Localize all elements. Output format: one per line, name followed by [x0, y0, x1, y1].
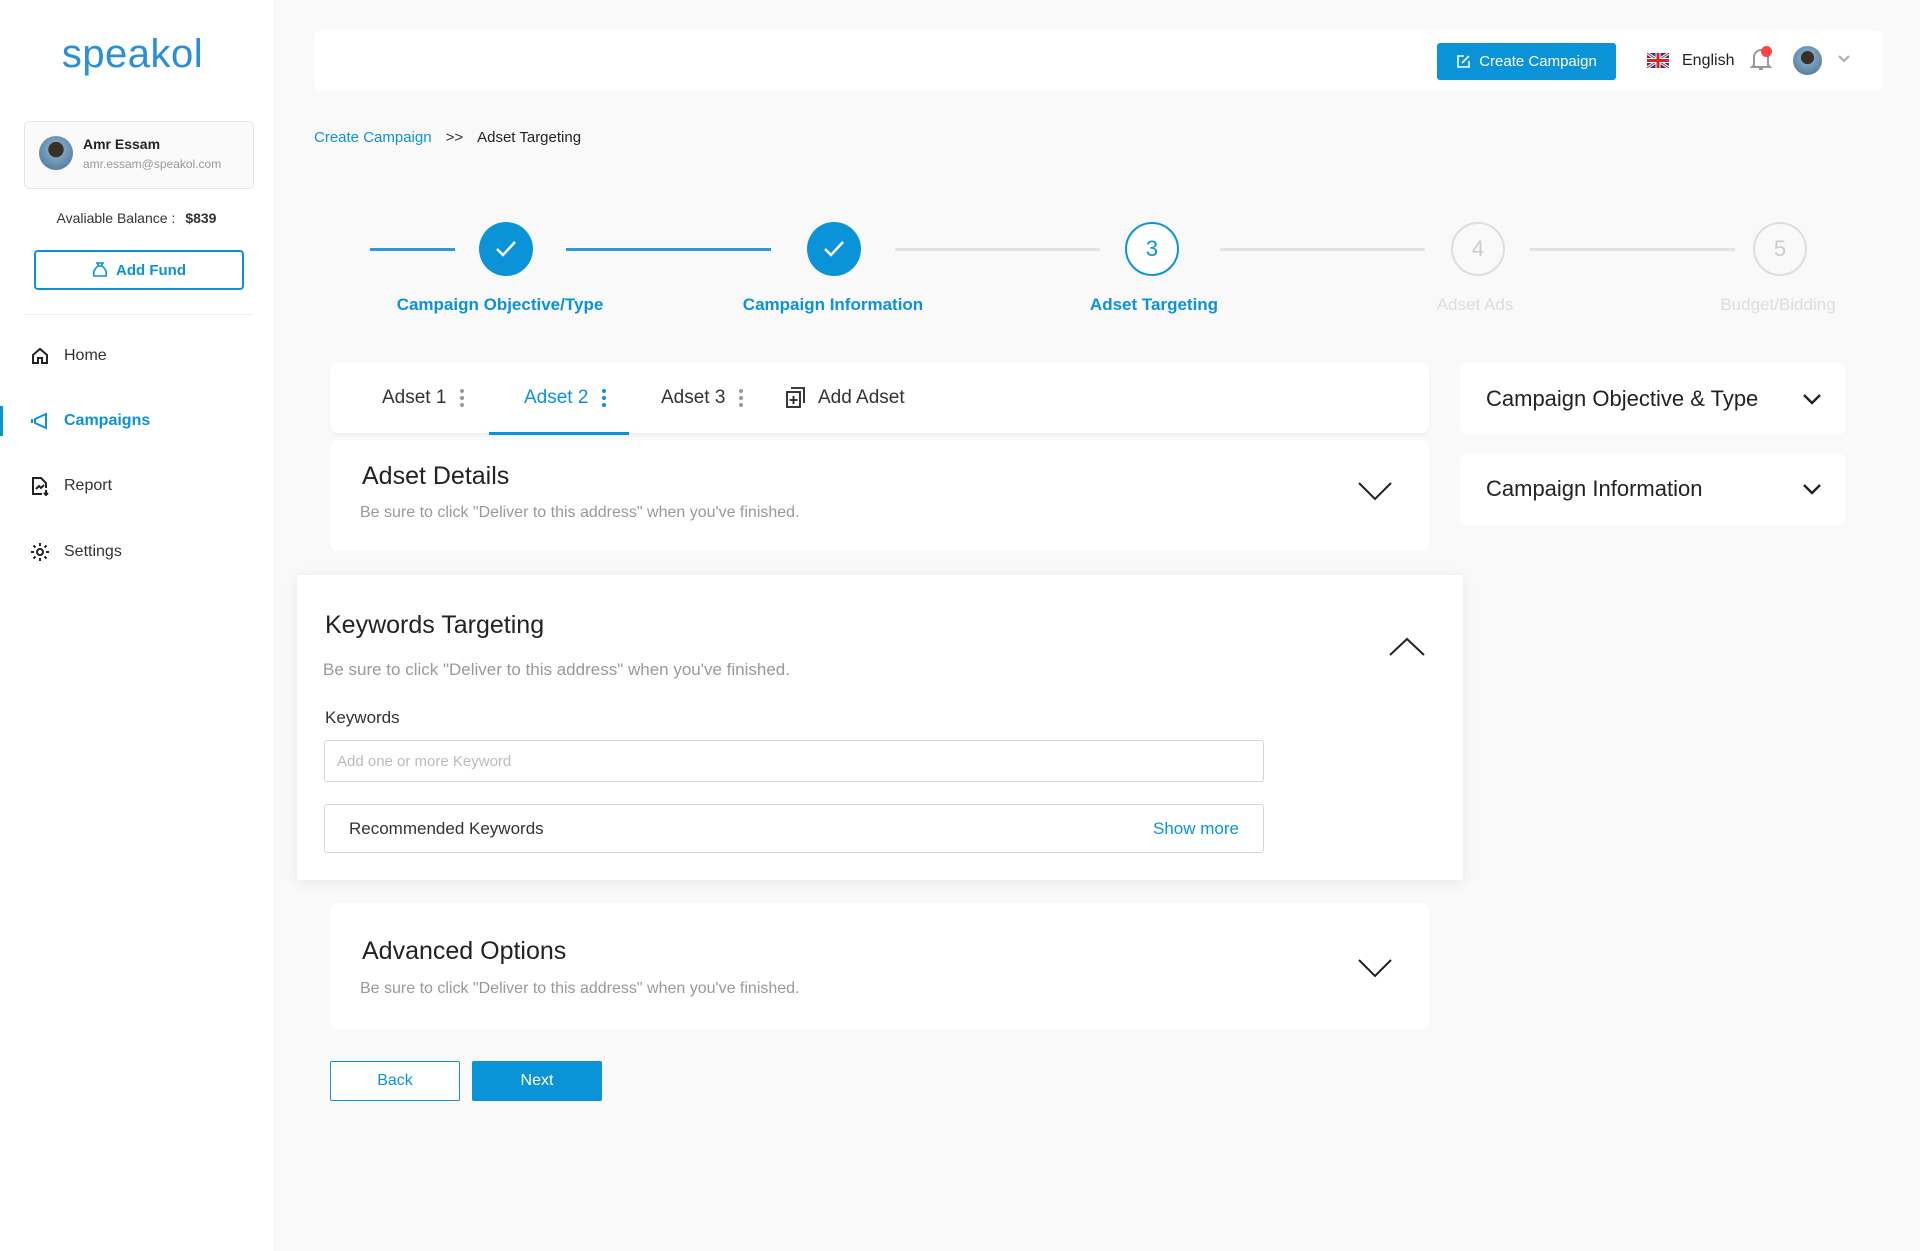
- edit-icon: [1457, 55, 1471, 68]
- avatar: [39, 136, 73, 170]
- add-adset-label: Add Adset: [818, 387, 905, 408]
- notification-badge: [1761, 46, 1772, 57]
- language-selector[interactable]: English: [1682, 52, 1734, 70]
- add-fund-label: Add Fund: [116, 261, 186, 279]
- megaphone-icon: [31, 412, 47, 430]
- sidebar-item-label: Home: [64, 347, 107, 364]
- step-5-circle: 5: [1753, 222, 1807, 276]
- step-2-check-icon[interactable]: [807, 222, 861, 276]
- breadcrumb-separator: >>: [445, 129, 464, 146]
- user-avatar[interactable]: [1793, 46, 1822, 75]
- chevron-up-icon[interactable]: [1389, 637, 1425, 657]
- breadcrumb-current: Adset Targeting: [477, 129, 582, 146]
- keywords-label: Keywords: [325, 708, 400, 727]
- kebab-menu-icon[interactable]: [739, 389, 744, 407]
- step-5-label: Budget/Bidding: [1720, 295, 1836, 314]
- user-email: amr.essam@speakol.com: [83, 157, 222, 171]
- add-fund-button[interactable]: Add Fund: [34, 250, 244, 290]
- step-4-circle: 4: [1451, 222, 1505, 276]
- create-campaign-button[interactable]: Create Campaign: [1437, 43, 1616, 80]
- chevron-down-icon[interactable]: [1358, 958, 1392, 978]
- sidebar-item-label: Settings: [64, 543, 122, 560]
- add-adset-button[interactable]: Add Adset: [786, 387, 905, 409]
- sidebar-item-report[interactable]: Report: [30, 476, 112, 496]
- adset-details-section[interactable]: Adset Details Be sure to click "Deliver …: [330, 440, 1429, 551]
- panel-title: Campaign Information: [1486, 476, 1703, 501]
- step-line: [566, 248, 771, 251]
- campaign-information-panel[interactable]: Campaign Information: [1460, 453, 1845, 525]
- section-title: Keywords Targeting: [325, 611, 545, 639]
- advanced-options-section[interactable]: Advanced Options Be sure to click "Deliv…: [330, 903, 1429, 1029]
- add-copy-icon: [786, 387, 805, 408]
- active-tab-indicator: [489, 432, 629, 435]
- chevron-down-icon: [1803, 393, 1821, 405]
- balance-value: $839: [185, 210, 217, 226]
- sidebar-item-label: Report: [64, 477, 113, 494]
- tab-label: Adset 2: [524, 387, 589, 408]
- active-indicator: [0, 406, 3, 436]
- tab-adset-2[interactable]: Adset 2: [524, 387, 607, 409]
- divider: [24, 314, 254, 315]
- kebab-menu-icon[interactable]: [602, 389, 607, 407]
- recommended-keywords-label: Recommended Keywords: [349, 818, 544, 838]
- back-button[interactable]: Back: [330, 1061, 460, 1101]
- kebab-menu-icon[interactable]: [460, 389, 465, 407]
- balance: Avaliable Balance : $839: [0, 210, 273, 226]
- section-subtitle: Be sure to click "Deliver to this addres…: [360, 504, 800, 521]
- money-bag-icon: [92, 262, 108, 277]
- section-title: Adset Details: [362, 462, 510, 490]
- tab-label: Adset 1: [382, 387, 447, 408]
- uk-flag-icon[interactable]: [1647, 53, 1669, 68]
- section-title: Advanced Options: [362, 937, 567, 965]
- sidebar: speakol Amr Essam amr.essam@speakol.com …: [0, 0, 273, 1251]
- adset-tabs: Adset 1 Adset 2 Adset 3 Add Adset: [330, 363, 1429, 433]
- sidebar-item-label: Campaigns: [64, 412, 151, 429]
- speakol-logo[interactable]: speakol: [0, 32, 265, 77]
- home-icon: [32, 347, 48, 364]
- create-campaign-label: Create Campaign: [1479, 53, 1597, 70]
- gear-icon: [31, 543, 49, 561]
- sidebar-item-home[interactable]: Home: [30, 346, 107, 366]
- panel-title: Campaign Objective & Type: [1486, 386, 1759, 411]
- sidebar-item-settings[interactable]: Settings: [30, 542, 122, 562]
- sidebar-item-campaigns[interactable]: Campaigns: [30, 411, 150, 431]
- chevron-down-icon: [1803, 483, 1821, 495]
- campaign-objective-panel[interactable]: Campaign Objective & Type: [1460, 363, 1845, 435]
- balance-label: Avaliable Balance :: [56, 210, 176, 226]
- recommended-keywords-box: Recommended Keywords Show more: [324, 804, 1264, 853]
- step-line: [370, 248, 455, 251]
- tab-label: Adset 3: [661, 387, 726, 408]
- report-icon: [32, 477, 49, 496]
- breadcrumb-create-campaign[interactable]: Create Campaign: [314, 129, 432, 146]
- step-line: [895, 248, 1100, 251]
- section-subtitle: Be sure to click "Deliver to this addres…: [323, 660, 790, 679]
- chevron-down-icon[interactable]: [1358, 481, 1392, 501]
- breadcrumb: Create Campaign >> Adset Targeting: [314, 129, 581, 146]
- keywords-input[interactable]: [324, 740, 1264, 782]
- step-4-label: Adset Ads: [1436, 295, 1514, 314]
- step-1-label: Campaign Objective/Type: [396, 295, 604, 314]
- chevron-down-icon[interactable]: [1838, 55, 1850, 63]
- step-3-circle[interactable]: 3: [1125, 222, 1179, 276]
- user-profile-card[interactable]: Amr Essam amr.essam@speakol.com: [24, 121, 254, 189]
- step-2-label: Campaign Information: [742, 295, 924, 314]
- show-more-link[interactable]: Show more: [1153, 819, 1239, 839]
- user-name: Amr Essam: [83, 136, 161, 152]
- next-button[interactable]: Next: [472, 1061, 602, 1101]
- step-1-check-icon[interactable]: [479, 222, 533, 276]
- tab-adset-1[interactable]: Adset 1: [382, 387, 465, 409]
- tab-adset-3[interactable]: Adset 3: [661, 387, 744, 409]
- step-line: [1530, 248, 1735, 251]
- step-line: [1220, 248, 1425, 251]
- section-subtitle: Be sure to click "Deliver to this addres…: [360, 980, 800, 997]
- step-3-label: Adset Targeting: [1089, 295, 1219, 314]
